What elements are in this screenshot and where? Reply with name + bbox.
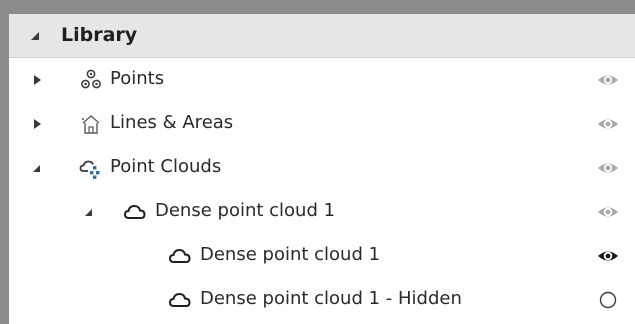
- expand-arrow-icon[interactable]: [34, 119, 41, 129]
- hidden-circle-icon[interactable]: [597, 290, 619, 310]
- tree-item-dense-point-cloud-group[interactable]: Dense point cloud 1: [9, 190, 635, 234]
- eye-icon[interactable]: [597, 246, 619, 266]
- tree-item-label: Points: [110, 68, 165, 89]
- window-frame: Library Points Lines & Areas Point Cloud…: [0, 0, 635, 324]
- library-title: Library: [61, 24, 138, 46]
- tree-item-label: Dense point cloud 1: [200, 244, 381, 265]
- points-icon: [81, 69, 101, 89]
- tree-item-label: Lines & Areas: [110, 112, 234, 133]
- lines-areas-icon: [82, 115, 100, 134]
- tree-item-label: Dense point cloud 1 - Hidden: [200, 288, 462, 309]
- eye-icon[interactable]: [597, 70, 619, 90]
- tree-item-points[interactable]: Points: [9, 58, 635, 102]
- cloud-icon: [123, 204, 146, 219]
- tree-item-dense-point-cloud[interactable]: Dense point cloud 1: [9, 234, 635, 278]
- collapse-arrow-icon[interactable]: [85, 209, 92, 216]
- tree-item-point-clouds[interactable]: Point Clouds: [9, 146, 635, 190]
- cloud-icon: [168, 292, 191, 307]
- collapse-arrow-icon[interactable]: [33, 165, 40, 172]
- tree-item-label: Point Clouds: [110, 156, 222, 177]
- point-clouds-icon: [79, 160, 100, 179]
- expand-arrow-icon[interactable]: [34, 75, 41, 85]
- library-header[interactable]: Library: [9, 14, 635, 58]
- tree-item-label: Dense point cloud 1: [155, 200, 336, 221]
- eye-icon[interactable]: [597, 158, 619, 178]
- eye-icon[interactable]: [597, 114, 619, 134]
- library-panel: Library Points Lines & Areas Point Cloud…: [9, 14, 635, 324]
- tree-item-lines-areas[interactable]: Lines & Areas: [9, 102, 635, 146]
- eye-icon[interactable]: [597, 202, 619, 222]
- cloud-icon: [168, 248, 191, 263]
- collapse-arrow-icon[interactable]: [31, 32, 39, 40]
- tree-item-dense-point-cloud-hidden[interactable]: Dense point cloud 1 - Hidden: [9, 278, 635, 322]
